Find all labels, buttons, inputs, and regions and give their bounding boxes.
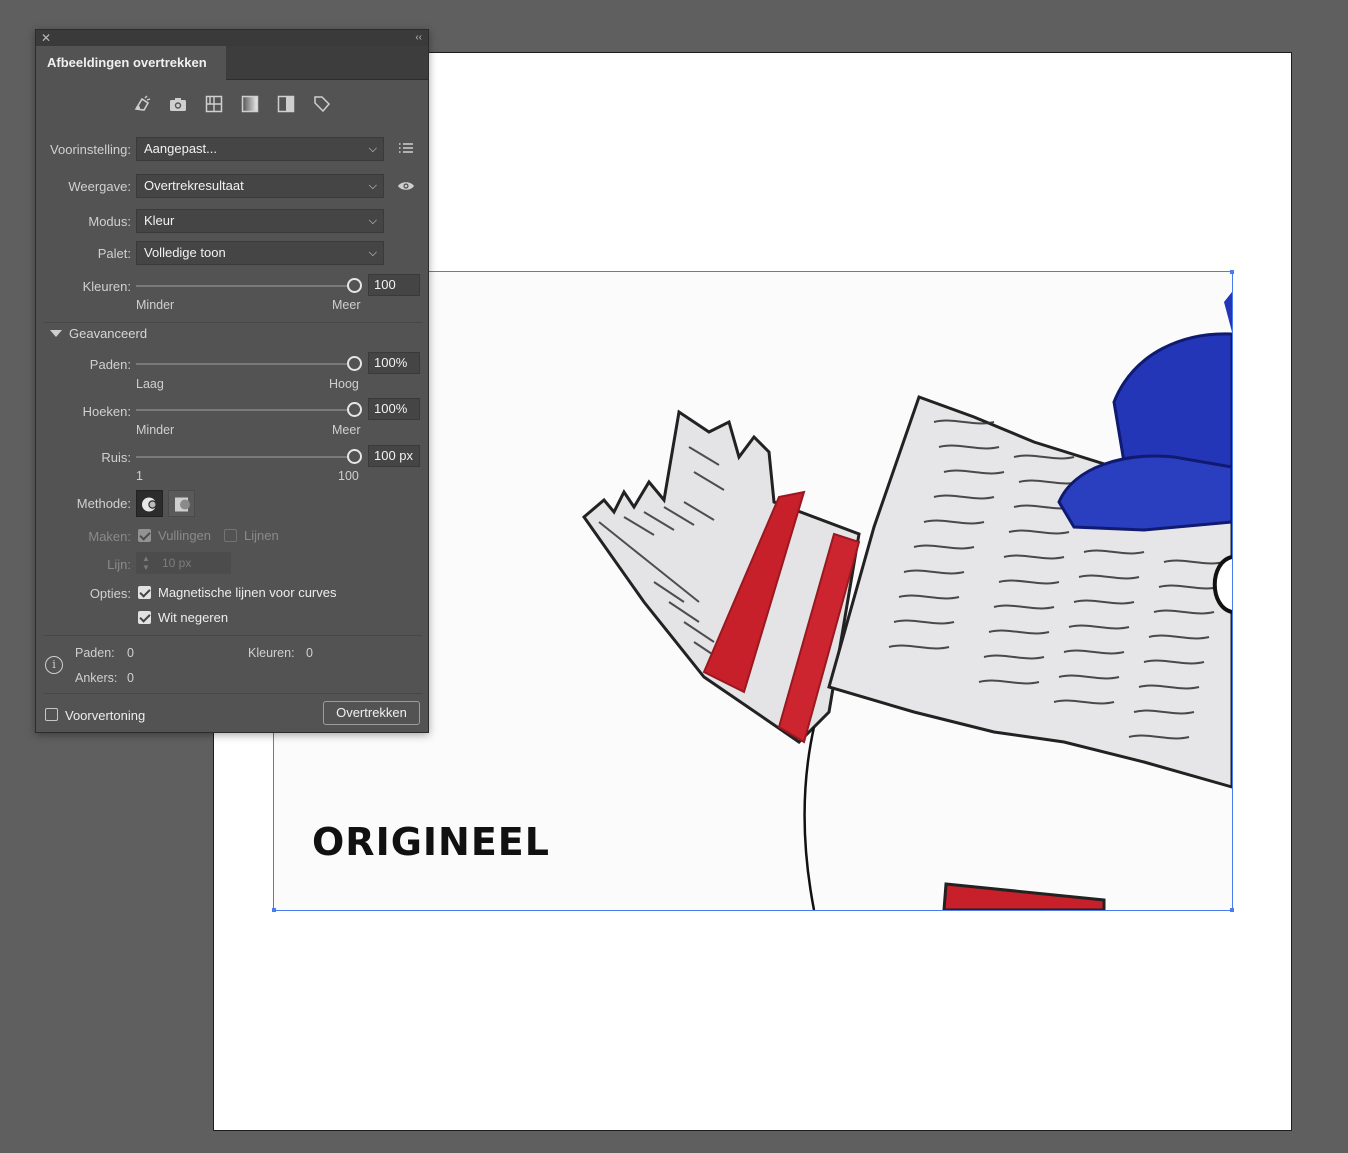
auto-color-icon[interactable] [132,94,152,114]
chevron-down-icon: ⌵ [368,180,377,192]
selection-handle-tr[interactable] [1230,270,1234,274]
mode-dropdown[interactable]: Kleur ⌵ [136,209,384,233]
colors-max-label: Meer [332,298,361,312]
black-white-icon[interactable] [276,94,296,114]
stepper-arrows-icon: ▲ ▼ [142,554,150,572]
paths-count-label: Paden: [75,646,115,660]
selection-handle-bl[interactable] [272,908,276,912]
corners-slider-track[interactable] [136,409,354,411]
preset-dropdown[interactable]: Aangepast... ⌵ [136,137,384,161]
anchors-count-label: Ankers: [75,671,118,685]
tab-image-trace[interactable]: Afbeeldingen overtrekken [36,46,226,80]
view-dropdown[interactable]: Overtrekresultaat ⌵ [136,174,384,198]
snap-curves-label: Magnetische lijnen voor curves [158,585,337,600]
colors-input[interactable]: 100 [368,274,420,296]
noise-input[interactable]: 100 px [368,445,420,467]
divider [44,322,422,323]
manage-presets-list-icon[interactable] [396,139,416,159]
colors-count-label: Kleuren: [248,646,295,660]
chevron-down-icon: ⌵ [368,215,377,227]
stroke-label: Lijn: [107,557,131,572]
ignore-white-label: Wit negeren [158,610,229,625]
colors-slider-knob[interactable] [347,278,362,293]
close-icon[interactable]: ✕ [41,30,51,46]
paths-slider-track[interactable] [136,363,354,365]
paths-input[interactable]: 100% [368,352,420,374]
colors-count-value: 0 [306,646,313,660]
corners-input[interactable]: 100% [368,398,420,420]
noise-slider-knob[interactable] [347,449,362,464]
palette-dropdown[interactable]: Volledige toon ⌵ [136,241,384,265]
noise-label: Ruis: [101,450,131,465]
fills-label: Vullingen [158,528,212,543]
chevron-down-icon: ⌵ [368,143,377,155]
preview-checkbox[interactable] [45,708,58,721]
high-color-photo-icon[interactable] [168,94,188,114]
stroke-width-value: 10 px [162,556,192,570]
colors-slider-track[interactable] [136,285,354,287]
low-color-icon[interactable] [204,94,224,114]
strokes-checkbox[interactable] [224,529,237,542]
create-label: Maken: [88,529,131,544]
method-overlapping-button[interactable] [168,490,195,517]
noise-min-label: 1 [136,469,143,483]
overlapping-method-icon [175,497,190,512]
image-trace-panel: ✕ ‹‹ Afbeeldingen overtrekken Voorinstel… [35,29,429,733]
grayscale-icon[interactable] [240,94,260,114]
view-value: Overtrekresultaat [144,178,244,193]
options-label: Opties: [89,586,131,601]
paths-count-value: 0 [127,646,134,660]
paths-max-label: Hoog [329,377,359,391]
snap-curves-checkbox[interactable] [138,586,151,599]
method-label: Methode: [76,496,131,511]
preview-label: Voorvertoning [65,708,146,723]
chevron-down-icon: ⌵ [368,247,377,259]
collapse-icon[interactable]: ‹‹ [415,30,422,46]
ignore-white-checkbox[interactable] [138,611,151,624]
panel-titlebar: ✕ ‹‹ [36,30,428,46]
palette-label: Palet: [97,246,131,261]
stroke-width-stepper[interactable]: ▲ ▼ 10 px [136,552,231,574]
anchors-count-value: 0 [127,671,134,685]
view-label: Weergave: [68,179,131,194]
corners-slider-knob[interactable] [347,402,362,417]
palette-value: Volledige toon [144,245,226,260]
info-icon: i [45,656,63,674]
preset-value: Aangepast... [144,141,217,156]
panel-tab-row: Afbeeldingen overtrekken [36,46,428,80]
colors-label: Kleuren: [82,279,131,294]
noise-slider-track[interactable] [136,456,354,458]
fills-checkbox[interactable] [138,529,151,542]
preset-label: Voorinstelling: [50,142,131,157]
corners-max-label: Meer [332,423,361,437]
advanced-disclosure[interactable]: Geavanceerd [50,326,170,342]
divider [44,693,422,694]
mode-label: Modus: [88,214,131,229]
paths-slider-knob[interactable] [347,356,362,371]
triangle-down-icon [50,330,62,337]
image-caption: ORIGINEEL [312,820,550,864]
corners-label: Hoeken: [82,404,131,419]
selection-handle-br[interactable] [1230,908,1234,912]
colors-min-label: Minder [136,298,175,312]
paths-min-label: Laag [136,377,164,391]
eye-icon[interactable] [396,176,416,196]
strokes-label: Lijnen [244,528,279,543]
method-abutting-button[interactable] [136,490,163,517]
noise-max-label: 100 [338,469,359,483]
trace-button[interactable]: Overtrekken [323,701,420,725]
divider [44,635,422,636]
corners-min-label: Minder [136,423,175,437]
paths-label: Paden: [89,357,131,372]
outline-icon[interactable] [312,94,332,114]
advanced-label: Geavanceerd [69,326,148,341]
mode-value: Kleur [144,213,175,228]
abutting-method-icon [142,497,157,512]
